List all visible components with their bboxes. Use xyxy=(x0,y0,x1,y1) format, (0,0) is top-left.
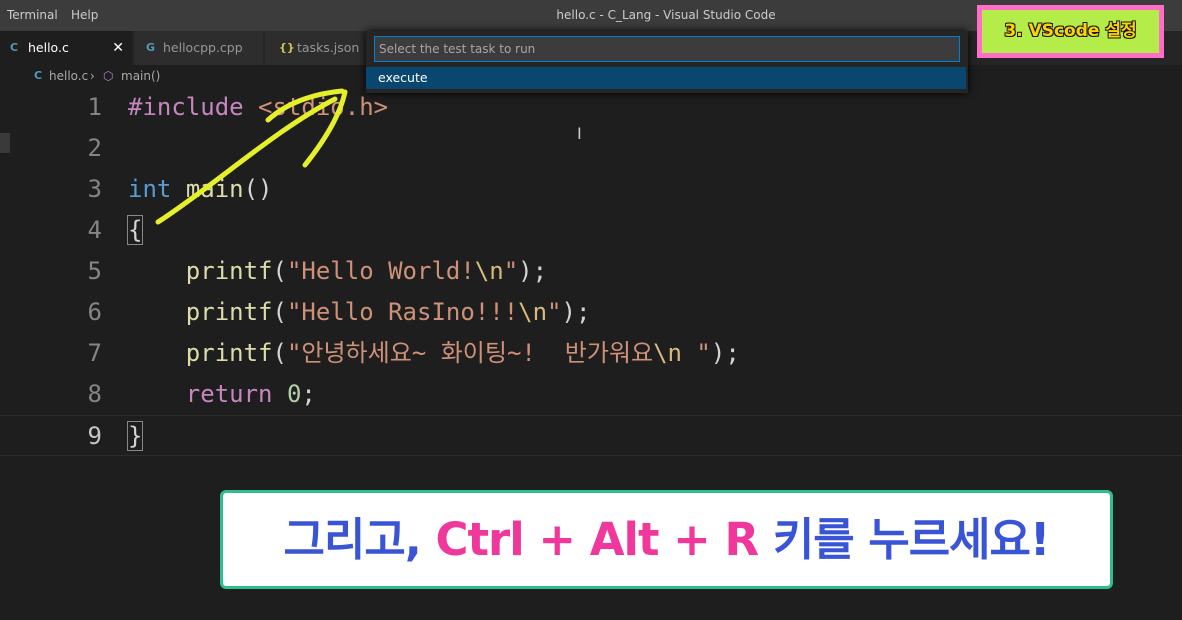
code-text: printf("안녕하세요~ 화이팅~! 반가워요\n "); xyxy=(185,339,740,367)
caption-part3: 키를 누르세요! xyxy=(758,513,1051,566)
line-number: 9 xyxy=(87,422,102,450)
tab-label: tasks.json xyxy=(297,40,360,55)
code-line: 7 printf("안녕하세요~ 화이팅~! 반가워요\n "); xyxy=(0,333,1182,374)
symbol-method-icon: ⬡ xyxy=(103,69,114,83)
code-text: int main() xyxy=(128,175,273,203)
code-line: 3 int main() xyxy=(0,169,1182,210)
task-search-input[interactable] xyxy=(374,36,960,62)
json-file-icon: {} xyxy=(279,41,295,54)
task-quick-pick: execute xyxy=(366,31,968,93)
line-number: 1 xyxy=(87,93,102,121)
breadcrumb-symbol[interactable]: main() xyxy=(121,65,160,87)
code-line: 5 printf("Hello World!\n"); xyxy=(0,251,1182,292)
quick-pick-item-execute[interactable]: execute xyxy=(366,67,966,89)
matching-brace: { xyxy=(126,215,144,245)
cpp-file-icon: G xyxy=(146,41,156,54)
code-line: 8 return 0; xyxy=(0,374,1182,415)
code-line: 1 #include <stdio.h> xyxy=(0,87,1182,128)
c-file-icon: C xyxy=(34,69,43,82)
line-number: 4 xyxy=(87,216,102,244)
tab-hello-c[interactable]: C hello.c ✕ xyxy=(0,31,133,65)
code-text: { xyxy=(126,210,144,251)
code-line: 4 { xyxy=(0,210,1182,251)
breadcrumb-file[interactable]: hello.c xyxy=(49,65,88,87)
line-number: 8 xyxy=(87,380,102,408)
close-icon[interactable]: ✕ xyxy=(112,31,124,65)
line-number: 5 xyxy=(87,257,102,285)
code-text: return 0; xyxy=(185,380,316,408)
c-file-icon: C xyxy=(10,41,19,54)
line-number: 7 xyxy=(87,339,102,367)
line-number: 2 xyxy=(87,134,102,162)
tab-label: hello.c xyxy=(28,40,69,55)
line-number: 6 xyxy=(87,298,102,326)
tab-hellocpp-cpp[interactable]: G hellocpp.cpp xyxy=(134,31,264,65)
tab-label: hellocpp.cpp xyxy=(163,40,243,55)
chevron-right-icon: › xyxy=(90,69,95,83)
code-line-current: 9 } xyxy=(0,415,1182,456)
code-text: printf("Hello RasIno!!!\n"); xyxy=(185,298,591,326)
code-text: #include <stdio.h> xyxy=(128,93,389,121)
tutorial-badge-text: 3. VScode 설정 xyxy=(982,10,1159,53)
code-text: } xyxy=(126,416,144,457)
tutorial-badge: 3. VScode 설정 xyxy=(977,5,1164,58)
instruction-caption: 그리고, Ctrl + Alt + R 키를 누르세요! xyxy=(220,490,1113,589)
caption-shortcut: Ctrl + Alt + R xyxy=(435,513,760,566)
menu-help[interactable]: Help xyxy=(71,8,98,22)
code-line: 2 xyxy=(0,128,1182,169)
text-cursor-icon: I xyxy=(577,124,582,143)
matching-brace: } xyxy=(126,421,144,451)
code-text: printf("Hello World!\n"); xyxy=(185,257,548,285)
menu-terminal[interactable]: Terminal xyxy=(7,8,58,22)
code-line: 6 printf("Hello RasIno!!!\n"); xyxy=(0,292,1182,333)
tab-tasks-json[interactable]: {} tasks.json xyxy=(265,31,370,65)
line-number: 3 xyxy=(87,175,102,203)
caption-part1: 그리고, xyxy=(283,513,436,566)
